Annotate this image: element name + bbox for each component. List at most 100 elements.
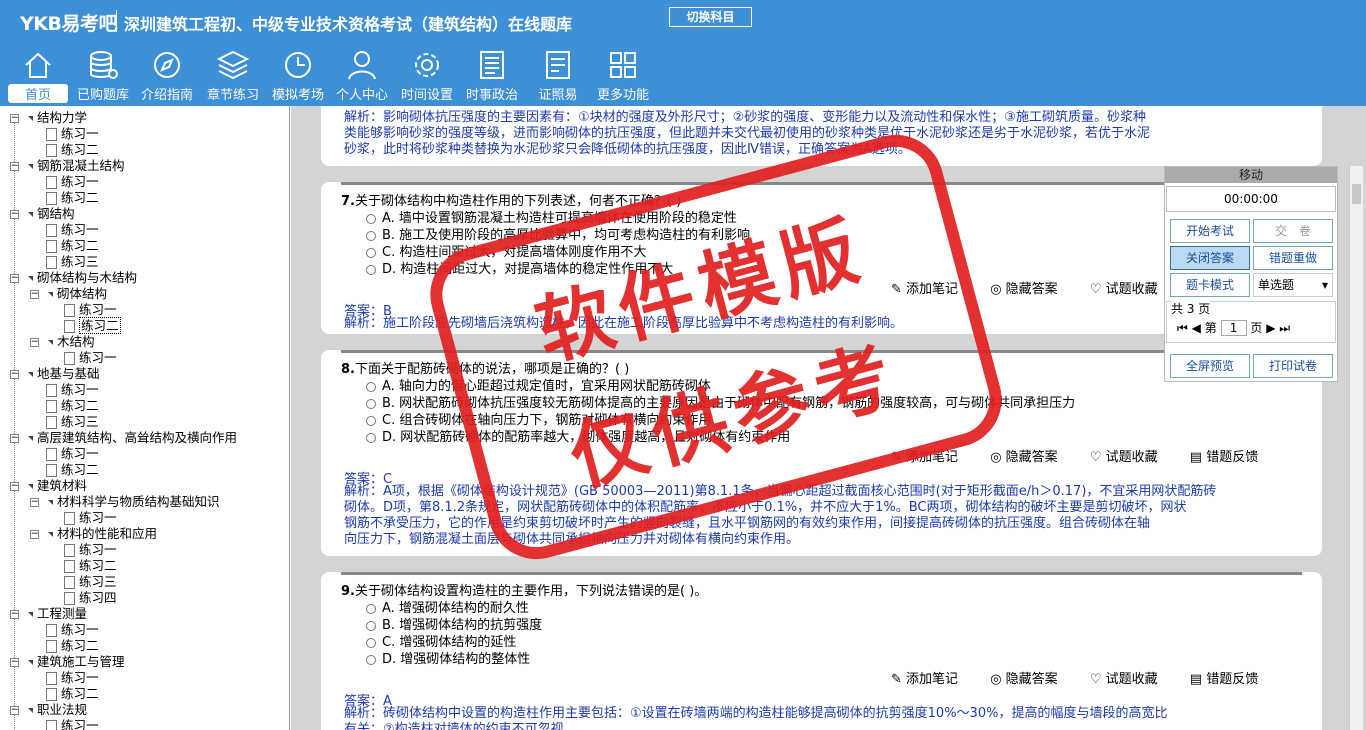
first-page-icon[interactable]: ⏮: [1177, 321, 1188, 335]
tree-chapter[interactable]: − 职业法规: [10, 702, 87, 718]
add-note-link[interactable]: ✎ 添加笔记: [891, 282, 972, 297]
tree-subchapter[interactable]: − 砌体结构: [30, 286, 107, 302]
tree-chapter[interactable]: − 钢筋混凝土结构: [10, 158, 125, 174]
app-logo: YKB易考吧: [20, 13, 117, 35]
tree-subchapter[interactable]: − 材料科学与物质结构基础知识: [30, 494, 220, 510]
add-note-link[interactable]: ✎ 添加笔记: [891, 450, 972, 465]
tree-item[interactable]: 练习三: [64, 574, 117, 590]
explanation-text: 砂浆，此时将砂浆种类替换为水泥砂浆只会降低砌体的抗压强度，因此Ⅳ错误，正确答案为…: [344, 142, 911, 157]
tree-chapter[interactable]: − 高层建筑结构、高耸结构及横向作用: [10, 430, 237, 446]
question-actions: ✎ 添加笔记 ◎ 隐藏答案 ♡ 试题收藏 ▤ 错题反馈: [891, 446, 1286, 465]
exam-control-panel: 移动 00:00:00 开始考试 交 卷 关闭答案 错题重做 题卡模式 单选题 ▾…: [1164, 166, 1338, 382]
tree-item[interactable]: 练习一: [46, 174, 99, 190]
database-icon: [90, 51, 118, 79]
tree-item[interactable]: 练习一: [64, 542, 117, 558]
tree-item[interactable]: 练习二: [46, 142, 99, 158]
hide-answer-link[interactable]: ◎ 隐藏答案: [990, 672, 1072, 687]
explanation-text: 解析：A项，根据《砌体结构设计规范》(GB 50003—2011)第8.1.1条…: [344, 484, 1217, 499]
explanation-text: 解析：施工阶段应先砌墙后浇筑构造柱，因此在施工阶段高厚比验算中不考虑构造柱的有利…: [344, 316, 904, 331]
tree-item[interactable]: 练习一: [46, 670, 99, 686]
report-link[interactable]: ▤ 错题反馈: [1190, 672, 1272, 687]
tree-chapter[interactable]: − 工程测量: [10, 606, 87, 622]
main-scrollbar[interactable]: [1349, 166, 1363, 730]
tree-item[interactable]: 练习一: [64, 510, 117, 526]
tree-item[interactable]: 练习二: [46, 462, 99, 478]
nav-license[interactable]: 证照易: [530, 48, 586, 104]
scrollbar-thumb[interactable]: [1352, 184, 1361, 204]
certificate-icon: [546, 51, 570, 79]
tree-item[interactable]: 练习四: [64, 590, 117, 606]
tree-item[interactable]: 练习一: [64, 350, 117, 366]
prev-page-icon[interactable]: ◀: [1192, 321, 1201, 335]
redo-wrong-button[interactable]: 错题重做: [1253, 246, 1333, 270]
hide-answer-link[interactable]: ◎ 隐藏答案: [990, 450, 1072, 465]
chapter-tree: − 结构力学 练习一 练习二 − 钢筋混凝土结构 练习一 练习二 − 钢结构 练习一 …: [0, 106, 290, 730]
print-paper-button[interactable]: 打印试卷: [1253, 354, 1333, 378]
nav-more[interactable]: 更多功能: [593, 48, 653, 104]
option-d[interactable]: D. 网状配筋砖砌体的配筋率越大，砌体强度越高，且对砌体有约束作用: [366, 426, 790, 445]
tree-item-selected[interactable]: 练习二: [64, 317, 121, 334]
nav-home[interactable]: 首页: [8, 48, 68, 104]
favorite-link[interactable]: ♡ 试题收藏: [1090, 672, 1172, 687]
nav-politics[interactable]: 时事政治: [462, 48, 522, 104]
add-note-link[interactable]: ✎ 添加笔记: [891, 672, 972, 687]
tree-item[interactable]: 练习二: [46, 398, 99, 414]
report-link[interactable]: ▤ 错题反馈: [1190, 450, 1272, 465]
tree-chapter[interactable]: − 砌体结构与木结构: [10, 270, 137, 286]
option-d[interactable]: D. 增强砌体结构的整体性: [366, 648, 530, 667]
tree-item[interactable]: 练习二: [46, 190, 99, 206]
tree-chapter[interactable]: − 结构力学: [10, 110, 87, 126]
last-page-icon[interactable]: ⏭: [1279, 321, 1290, 335]
home-icon: [25, 52, 51, 78]
layers-icon: [216, 50, 250, 80]
option-d[interactable]: D. 构造柱间距过大，对提高墙体的稳定性作用不大: [366, 258, 673, 277]
tree-chapter[interactable]: − 地基与基础: [10, 366, 100, 382]
tree-item[interactable]: 练习一: [46, 622, 99, 638]
favorite-link[interactable]: ♡ 试题收藏: [1090, 450, 1172, 465]
tree-item[interactable]: 练习一: [46, 718, 99, 730]
page-input[interactable]: 1: [1220, 320, 1247, 336]
tree-item[interactable]: 练习一: [46, 446, 99, 462]
nav-personal[interactable]: 个人中心: [333, 48, 391, 104]
nav-chapter[interactable]: 章节练习: [203, 48, 263, 104]
nav-purchased[interactable]: 已购题库: [74, 48, 132, 104]
tree-item[interactable]: 练习一: [46, 382, 99, 398]
start-exam-button[interactable]: 开始考试: [1170, 219, 1250, 243]
favorite-link[interactable]: ♡ 试题收藏: [1090, 282, 1172, 297]
tree-item[interactable]: 练习一: [46, 126, 99, 142]
tree-chapter[interactable]: − 钢结构: [10, 206, 75, 222]
tree-item[interactable]: 练习三: [46, 254, 99, 270]
question-card: 解析：影响砌体抗压强度的主要因素有：①块材的强度及外形尺寸；②砂浆的强度、变形能…: [321, 106, 1322, 166]
nav-guide[interactable]: 介绍指南: [138, 48, 196, 104]
total-pages: 共 3 页: [1171, 300, 1211, 317]
pager-controls: ⏮ ◀ 第 1 页 ▶ ⏭: [1177, 320, 1291, 336]
tree-subchapter[interactable]: − 材料的性能和应用: [30, 526, 157, 542]
tree-item[interactable]: 练习一: [64, 302, 117, 318]
tree-item[interactable]: 练习二: [46, 638, 99, 654]
panel-move-handle[interactable]: 移动: [1165, 167, 1337, 183]
switch-subject-button[interactable]: 切换科目: [669, 7, 752, 27]
card-top-bar: [341, 182, 1302, 185]
hide-answer-link[interactable]: ◎ 隐藏答案: [990, 282, 1072, 297]
user-icon: [348, 51, 376, 80]
nav-time-settings[interactable]: 时间设置: [397, 48, 457, 104]
question-type-select[interactable]: 单选题 ▾: [1253, 273, 1333, 297]
tree-item[interactable]: 练习一: [46, 222, 99, 238]
explanation-text: 解析：影响砌体抗压强度的主要因素有：①块材的强度及外形尺寸；②砂浆的强度、变形能…: [344, 110, 1146, 125]
tree-subchapter[interactable]: − 木结构: [30, 334, 95, 350]
tree-item[interactable]: 练习二: [46, 238, 99, 254]
tree-item[interactable]: 练习三: [46, 414, 99, 430]
grid-icon: [610, 52, 636, 78]
tree-chapter[interactable]: − 建筑材料: [10, 478, 87, 494]
submit-exam-button[interactable]: 交 卷: [1253, 219, 1333, 243]
explanation-text: 类能够影响砂浆的强度等级，进而影响砌体的抗压强度，但此题并未交代最初使用的砂浆种…: [344, 126, 1151, 141]
tree-item[interactable]: 练习二: [46, 686, 99, 702]
nav-mock-exam[interactable]: 模拟考场: [269, 48, 327, 104]
tree-item[interactable]: 练习二: [64, 558, 117, 574]
card-mode-button[interactable]: 题卡模式: [1170, 273, 1250, 297]
clock-icon: [285, 52, 311, 78]
tree-chapter[interactable]: − 建筑施工与管理: [10, 654, 125, 670]
next-page-icon[interactable]: ▶: [1266, 321, 1275, 335]
close-answer-button[interactable]: 关闭答案: [1170, 246, 1250, 270]
fullscreen-preview-button[interactable]: 全屏预览: [1170, 354, 1250, 378]
